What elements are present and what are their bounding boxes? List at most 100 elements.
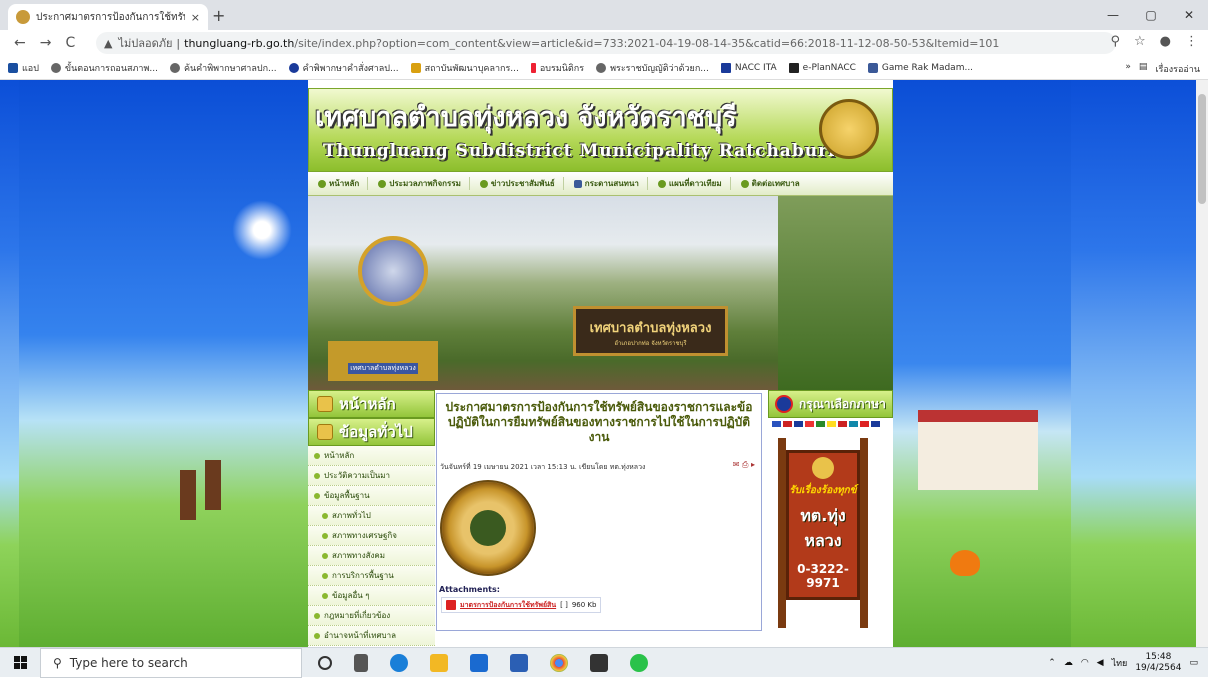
cortana-icon[interactable] (318, 655, 332, 670)
file-explorer-icon[interactable] (430, 653, 448, 672)
menu-item-home[interactable]: หน้าหลัก (318, 177, 369, 190)
site-title-th: เทศบาลตำบลทุ่งหลวง จังหวัดราชบุรี (315, 102, 737, 133)
forward-button[interactable]: → (40, 35, 52, 51)
flag-icon[interactable] (860, 421, 869, 427)
zoom-icon[interactable]: ⚲ (1110, 34, 1120, 49)
language-flags (768, 418, 893, 430)
attachment-brackets: [ ] (560, 601, 568, 609)
notification-icon[interactable]: ▭ (1189, 658, 1198, 668)
bookmark-item[interactable]: Game Rak Madam... (867, 62, 973, 73)
scrollbar-thumb[interactable] (1198, 94, 1206, 204)
tab-close-icon[interactable]: × (191, 11, 200, 24)
wifi-icon[interactable]: ◠ (1081, 658, 1089, 668)
back-button[interactable]: ← (14, 35, 26, 51)
sidebar-head-general: ข้อมูลทั่วไป (308, 418, 435, 446)
more-bookmarks-button[interactable]: » (1125, 62, 1131, 76)
menu-item-news[interactable]: ข่าวประชาสัมพันธ์ (479, 177, 564, 190)
flag-icon[interactable] (805, 421, 814, 427)
reading-list-icon[interactable]: ▤ (1139, 62, 1148, 76)
flag-icon[interactable] (838, 421, 847, 427)
flag-icon[interactable] (827, 421, 836, 427)
flag-icon[interactable] (816, 421, 825, 427)
home-icon (788, 62, 799, 73)
star-icon[interactable]: ☆ (1134, 34, 1146, 49)
bookmark-item[interactable]: NACC ITA (720, 62, 777, 73)
pdf-icon[interactable]: ▸ (751, 460, 755, 469)
volume-icon[interactable]: ◀ (1097, 658, 1104, 668)
map-icon (657, 179, 666, 188)
globe-icon (596, 62, 607, 73)
chrome-icon[interactable] (550, 653, 568, 672)
url-input[interactable]: ▲ ไม่ปลอดภัย | thungluang-rb.go.th /site… (96, 32, 1116, 54)
news-icon (479, 179, 488, 188)
cloud-icon[interactable]: ☁ (1064, 658, 1073, 668)
bookmark-item[interactable]: ขั้นตอนการถอนสภาพ... (50, 61, 158, 75)
browser-tab-bar: ประกาศมาตรการป้องกันการใช้ทรัพย์สิ × + —… (0, 0, 1208, 30)
browser-tab[interactable]: ประกาศมาตรการป้องกันการใช้ทรัพย์สิ × (8, 4, 208, 30)
new-tab-button[interactable]: + (212, 6, 225, 25)
sidebar-subitem[interactable]: การบริการพื้นฐาน (308, 566, 435, 586)
menu-item-forum[interactable]: กระดานสนทนา (573, 177, 648, 190)
store-icon[interactable] (590, 653, 608, 672)
bullet-icon (314, 472, 320, 479)
globe-icon (50, 62, 61, 73)
profile-icon[interactable]: ● (1160, 34, 1171, 49)
bookmark-item[interactable]: ค้นคำพิพากษาศาลปก... (169, 61, 277, 75)
sidebar-item[interactable]: อำนาจหน้าที่เทศบาล (308, 626, 435, 646)
sidebar-item[interactable]: กฎหมายที่เกี่ยวข้อง (308, 606, 435, 626)
forum-icon (573, 179, 582, 188)
flag-icon[interactable] (871, 421, 880, 427)
complaint-line2: ทต.ทุ่งหลวง (800, 506, 846, 550)
training-icon (530, 62, 536, 73)
attachment-link[interactable]: มาตรการป้องกันการใช้ทรัพย์สิน (460, 600, 556, 611)
page-scrollbar[interactable] (1196, 80, 1208, 647)
line-icon[interactable] (630, 653, 648, 672)
sidebar-item[interactable]: หน้าหลัก (308, 446, 435, 466)
taskbar-search[interactable]: ⚲ Type here to search (40, 647, 302, 678)
maximize-button[interactable]: ▢ (1132, 0, 1170, 30)
sidebar-subitem[interactable]: สภาพทั่วไป (308, 506, 435, 526)
sidebar-item[interactable]: ประวัติความเป็นมา (308, 466, 435, 486)
menu-item-map[interactable]: แผนที่ดาวเทียม (657, 177, 731, 190)
minimize-button[interactable]: — (1094, 0, 1132, 30)
article-tools: ✉ ⎙ ▸ (733, 460, 755, 470)
close-window-button[interactable]: ✕ (1170, 0, 1208, 30)
task-view-icon[interactable] (354, 653, 368, 672)
sidebar-item[interactable]: ข้อมูลพื้นฐาน (308, 486, 435, 506)
clock[interactable]: 15:48 19/4/2564 (1135, 652, 1181, 674)
menu-item-gallery[interactable]: ประมวลภาพกิจกรรม (378, 177, 470, 190)
flag-icon[interactable] (783, 421, 792, 427)
site-favicon-icon (16, 10, 30, 24)
bookmark-apps[interactable]: แอป (8, 61, 39, 75)
sidebar-head-home[interactable]: หน้าหลัก (308, 390, 435, 418)
attachment-file[interactable]: มาตรการป้องกันการใช้ทรัพย์สิน [ ] 960 Kb (441, 597, 602, 613)
edge-icon[interactable] (390, 653, 408, 672)
sidebar-subitem[interactable]: ข้อมูลอื่น ๆ (308, 586, 435, 606)
royal-portrait (358, 236, 428, 306)
bookmark-item[interactable]: พระราชบัญญัติว่าด้วยก... (596, 61, 709, 75)
flag-icon[interactable] (794, 421, 803, 427)
complaint-sign[interactable]: รับเรื่องร้องทุกข์ ทต.ทุ่งหลวง 0-3222-99… (778, 438, 868, 628)
print-icon[interactable]: ⎙ (742, 460, 748, 469)
mail-icon[interactable] (470, 653, 488, 672)
tray-chevron-icon[interactable]: ⌃ (1048, 658, 1056, 668)
language-indicator[interactable]: ไทย (1112, 656, 1128, 670)
attachment-size: 960 Kb (571, 601, 597, 609)
menu-icon[interactable]: ⋮ (1185, 34, 1198, 49)
flag-icon[interactable] (772, 421, 781, 427)
bookmark-item[interactable]: อบรมนิติกร (530, 61, 584, 75)
sidebar-subitem[interactable]: สภาพทางสังคม (308, 546, 435, 566)
reload-button[interactable]: C (65, 35, 75, 51)
menu-item-contact[interactable]: ติดต่อเทศบาล (740, 177, 808, 190)
sidebar-subitem[interactable]: สภาพทางเศรษฐกิจ (308, 526, 435, 546)
reading-list-label[interactable]: เรื่องรออ่าน (1155, 62, 1200, 76)
bookmark-item[interactable]: สถาบันพัฒนาบุคลากร... (410, 61, 519, 75)
flag-icon[interactable] (849, 421, 858, 427)
email-icon[interactable]: ✉ (733, 460, 740, 469)
start-button[interactable] (0, 648, 40, 678)
bookmark-item[interactable]: คำพิพากษาคำสั่งศาลป... (288, 61, 399, 75)
contact-icon (740, 179, 749, 188)
word-icon[interactable] (510, 653, 528, 672)
butterfly-decoration (950, 550, 980, 576)
bookmark-item[interactable]: e-PlanNACC (788, 62, 856, 73)
